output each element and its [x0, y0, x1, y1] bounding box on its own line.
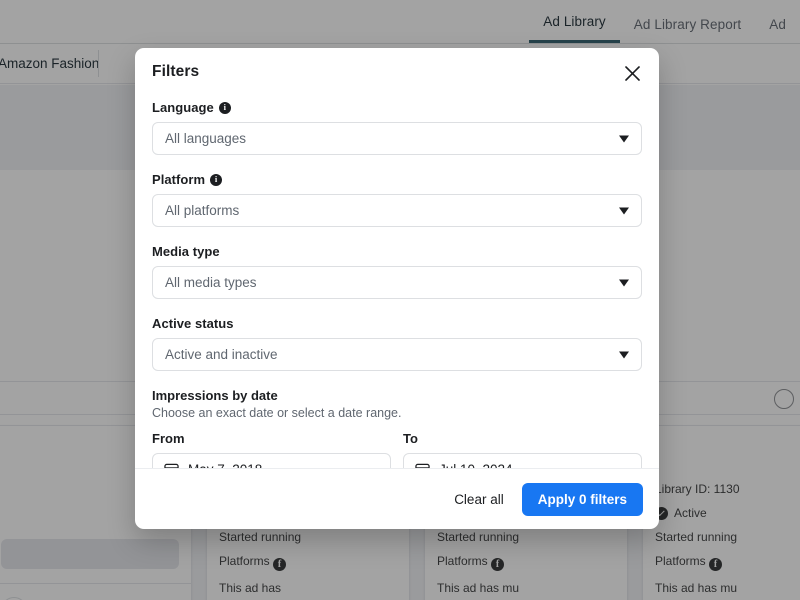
filter-field-impressions-by-date: Impressions by date Choose an exact date…: [152, 388, 642, 468]
impressions-description: Choose an exact date or select a date ra…: [152, 406, 402, 420]
language-label: Language: [152, 100, 214, 115]
screen: Ad Library Ad Library Report Ad Amazon F…: [0, 0, 800, 600]
active-status-label-row: Active status: [152, 316, 642, 331]
active-status-select-value: Active and inactive: [165, 347, 278, 362]
chevron-down-icon: [619, 279, 629, 286]
filters-dialog: Filters Language i All languages Platfor…: [135, 48, 659, 529]
dialog-title: Filters: [152, 63, 200, 80]
info-icon[interactable]: i: [210, 173, 223, 186]
platform-label-row: Platform i: [152, 172, 642, 187]
info-icon[interactable]: i: [218, 101, 231, 114]
dialog-body: Language i All languages Platform i All …: [135, 96, 659, 468]
language-select-value: All languages: [165, 131, 247, 146]
impressions-heading: Impressions by date: [152, 388, 278, 403]
chevron-down-icon: [619, 135, 629, 142]
media-type-select-value: All media types: [165, 275, 257, 290]
language-select[interactable]: All languages: [152, 122, 642, 155]
filter-field-active-status: Active status Active and inactive: [152, 316, 642, 371]
close-icon[interactable]: [619, 60, 645, 86]
platform-select-value: All platforms: [165, 203, 240, 218]
chevron-down-icon: [619, 207, 629, 214]
chevron-down-icon: [619, 351, 629, 358]
media-type-label: Media type: [152, 244, 220, 259]
active-status-label: Active status: [152, 316, 234, 331]
to-date-input[interactable]: Jul 10, 2024: [403, 453, 642, 468]
platform-select[interactable]: All platforms: [152, 194, 642, 227]
to-label: To: [403, 431, 418, 446]
platform-label: Platform: [152, 172, 206, 187]
dialog-header: Filters: [135, 48, 659, 96]
filter-field-language: Language i All languages: [152, 100, 642, 155]
media-type-select[interactable]: All media types: [152, 266, 642, 299]
apply-filters-button[interactable]: Apply 0 filters: [521, 482, 643, 516]
clear-all-button[interactable]: Clear all: [442, 483, 516, 516]
date-range-row: From May 7, 2018: [152, 431, 642, 468]
active-status-select[interactable]: Active and inactive: [152, 338, 642, 371]
media-type-label-row: Media type: [152, 244, 642, 259]
from-label: From: [152, 431, 185, 446]
date-to-column: To Jul 10, 2024: [403, 431, 642, 468]
filter-field-platform: Platform i All platforms: [152, 172, 642, 227]
date-from-column: From May 7, 2018: [152, 431, 391, 468]
from-date-input[interactable]: May 7, 2018: [152, 453, 391, 468]
filter-field-media-type: Media type All media types: [152, 244, 642, 299]
language-label-row: Language i: [152, 100, 642, 115]
dialog-footer: Clear all Apply 0 filters: [135, 468, 659, 529]
